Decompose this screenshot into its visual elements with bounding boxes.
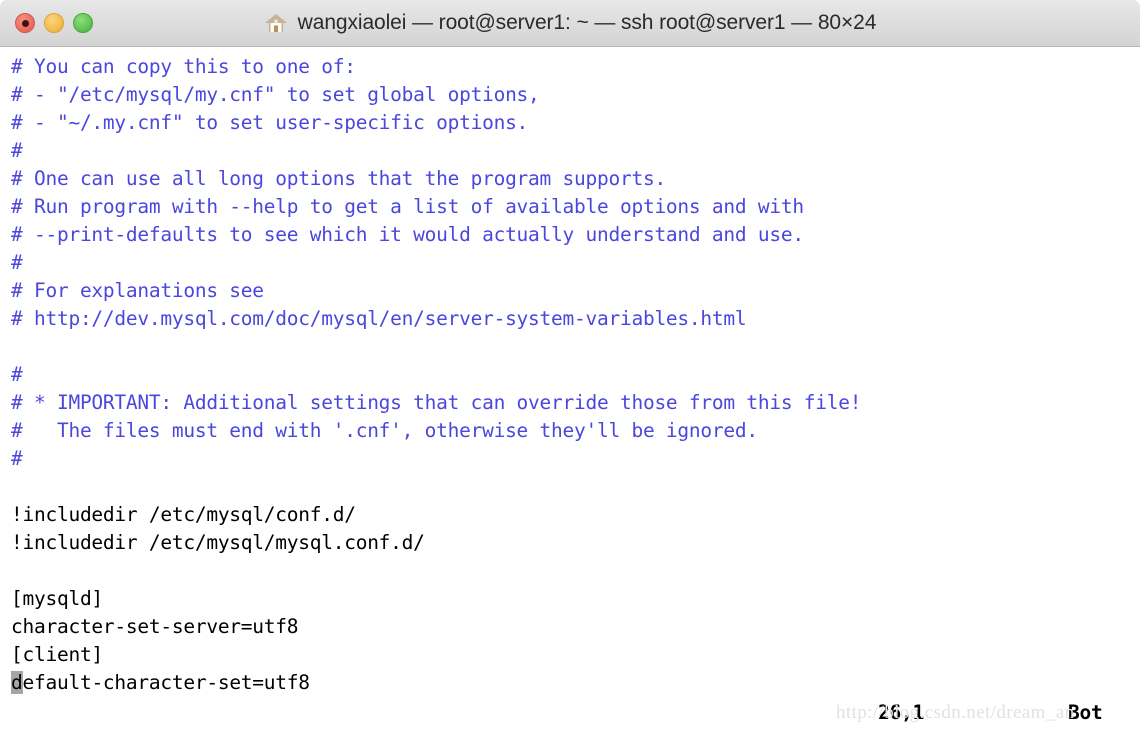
terminal-line: # - "~/.my.cnf" to set user-specific opt… [11,111,529,134]
terminal-line: !includedir /etc/mysql/mysql.conf.d/ [11,531,425,554]
terminal-line: [mysqld] [11,587,103,610]
terminal-line: # One can use all long options that the … [11,167,666,190]
terminal-line: # [11,139,23,162]
close-button[interactable] [15,13,35,33]
terminal-cursor-line-rest: efault-character-set=utf8 [22,671,311,694]
terminal-line: # * IMPORTANT: Additional settings that … [11,391,862,414]
terminal-line: # - "/etc/mysql/my.cnf" to set global op… [11,83,540,106]
terminal-line: # The files must end with '.cnf', otherw… [11,419,758,442]
terminal-cursor-line: default-character-set=utf8 [0,669,1140,697]
home-icon [264,12,288,34]
terminal-line: # [11,363,23,386]
terminal-text-area: # You can copy this to one of: # - "/etc/… [0,53,1140,669]
terminal-window: wangxiaolei — root@server1: ~ — ssh root… [0,0,1140,732]
window-title-group: wangxiaolei — root@server1: ~ — ssh root… [0,0,1140,46]
minimize-button[interactable] [44,13,64,33]
terminal-line: character-set-server=utf8 [11,615,299,638]
cursor-position-indicator: 26,1 [878,701,924,724]
terminal-line: # Run program with --help to get a list … [11,195,804,218]
terminal-line: # http://dev.mysql.com/doc/mysql/en/serv… [11,307,747,330]
terminal-line: # [11,251,23,274]
window-titlebar[interactable]: wangxiaolei — root@server1: ~ — ssh root… [0,0,1140,47]
maximize-button[interactable] [73,13,93,33]
terminal-content[interactable]: # You can copy this to one of: # - "/etc/… [0,47,1140,732]
window-title-text: wangxiaolei — root@server1: ~ — ssh root… [297,11,877,34]
scroll-position-indicator: Bot [1068,701,1103,724]
terminal-line: # For explanations see [11,279,264,302]
terminal-line: # You can copy this to one of: [11,55,356,78]
terminal-line: [client] [11,643,103,666]
window-controls [0,13,93,33]
terminal-line: # --print-defaults to see which it would… [11,223,804,246]
vim-status-line: 26,1 Bot [0,699,1140,727]
text-cursor: d [11,671,23,694]
terminal-line: # [11,447,23,470]
terminal-line: !includedir /etc/mysql/conf.d/ [11,503,356,526]
